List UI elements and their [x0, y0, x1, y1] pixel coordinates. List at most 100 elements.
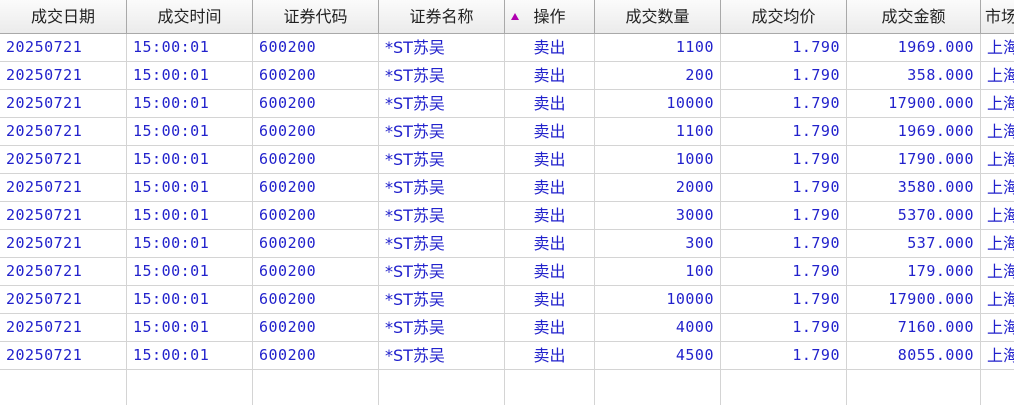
cell-trade-date: 20250721 — [0, 34, 127, 61]
cell-market: 上海 — [987, 66, 1014, 85]
cell-market: 上海 — [987, 178, 1014, 197]
cell-operation: 卖出 — [505, 314, 595, 341]
cell-avg-price: 1.790 — [721, 286, 847, 313]
cell-quantity: 4500 — [595, 342, 721, 369]
cell-avg-price: 1.790 — [721, 90, 847, 117]
column-header-avg-price[interactable]: 成交均价 — [721, 0, 847, 33]
column-divider — [126, 370, 127, 405]
table-row[interactable]: 20250721 15:00:01 600200 *ST苏吴 卖出 10000 1.790 1… — [0, 90, 1014, 118]
cell-amount: 8055.000 — [847, 342, 981, 369]
cell-trade-date: 20250721 — [0, 118, 127, 145]
cell-operation: 卖出 — [505, 90, 595, 117]
table-row[interactable]: 20250721 15:00:01 600200 *ST苏吴 卖出 1100 1.790 19… — [0, 118, 1014, 146]
column-header-security-code[interactable]: 证券代码 — [253, 0, 379, 33]
column-header-security-name[interactable]: 证券名称 — [379, 0, 505, 33]
cell-trade-date: 20250721 — [0, 62, 127, 89]
cell-quantity: 1100 — [595, 34, 721, 61]
cell-operation: 卖出 — [505, 62, 595, 89]
table-empty-area — [0, 370, 1014, 405]
cell-trade-date: 20250721 — [0, 286, 127, 313]
cell-trade-date: 20250721 — [0, 230, 127, 257]
table-row[interactable]: 20250721 15:00:01 600200 *ST苏吴 卖出 4000 1.790 71… — [0, 314, 1014, 342]
cell-security-name: *ST苏吴 — [379, 118, 505, 145]
cell-quantity: 200 — [595, 62, 721, 89]
cell-security-code: 600200 — [253, 174, 379, 201]
cell-security-code: 600200 — [253, 230, 379, 257]
cell-security-code: 600200 — [253, 146, 379, 173]
table-row[interactable]: 20250721 15:00:01 600200 *ST苏吴 卖出 2000 1.790 35… — [0, 174, 1014, 202]
table-row[interactable]: 20250721 15:00:01 600200 *ST苏吴 卖出 10000 1.790 1… — [0, 286, 1014, 314]
cell-quantity: 300 — [595, 230, 721, 257]
cell-market: 上海 — [987, 234, 1014, 253]
cell-security-name: *ST苏吴 — [379, 146, 505, 173]
cell-trade-date: 20250721 — [0, 90, 127, 117]
table-row[interactable]: 20250721 15:00:01 600200 *ST苏吴 卖出 300 1.790 537… — [0, 230, 1014, 258]
cell-market: 上海 — [987, 346, 1014, 365]
sort-ascending-icon — [511, 13, 519, 20]
cell-amount: 17900.000 — [847, 286, 981, 313]
cell-security-code: 600200 — [253, 258, 379, 285]
cell-market: 上海 — [987, 38, 1014, 57]
table-row[interactable]: 20250721 15:00:01 600200 *ST苏吴 卖出 1100 1.790 19… — [0, 34, 1014, 62]
cell-trade-time: 15:00:01 — [127, 314, 253, 341]
cell-security-name: *ST苏吴 — [379, 202, 505, 229]
cell-avg-price: 1.790 — [721, 230, 847, 257]
cell-amount: 1790.000 — [847, 146, 981, 173]
cell-security-name: *ST苏吴 — [379, 286, 505, 313]
cell-trade-time: 15:00:01 — [127, 342, 253, 369]
cell-trade-date: 20250721 — [0, 202, 127, 229]
column-header-operation[interactable]: 操作 — [505, 0, 595, 33]
cell-operation: 卖出 — [505, 230, 595, 257]
cell-security-name: *ST苏吴 — [379, 258, 505, 285]
cell-security-code: 600200 — [253, 286, 379, 313]
cell-operation: 卖出 — [505, 174, 595, 201]
table-body: 20250721 15:00:01 600200 *ST苏吴 卖出 1100 1.790 19… — [0, 34, 1014, 370]
cell-quantity: 3000 — [595, 202, 721, 229]
column-header-amount[interactable]: 成交金额 — [847, 0, 981, 33]
cell-trade-date: 20250721 — [0, 314, 127, 341]
cell-avg-price: 1.790 — [721, 62, 847, 89]
table-row[interactable]: 20250721 15:00:01 600200 *ST苏吴 卖出 4500 1.790 80… — [0, 342, 1014, 370]
cell-market: 上海 — [987, 94, 1014, 113]
cell-market: 上海 — [987, 122, 1014, 141]
cell-market: 上海 — [987, 318, 1014, 337]
table-row[interactable]: 20250721 15:00:01 600200 *ST苏吴 卖出 100 1.790 179… — [0, 258, 1014, 286]
column-header-operation-label: 操作 — [533, 7, 566, 26]
trade-records-grid: 成交日期 成交时间 证券代码 证券名称 操作 成交数量 成交均价 成交金额 市场… — [0, 0, 1014, 405]
cell-security-name: *ST苏吴 — [379, 174, 505, 201]
table-header-row: 成交日期 成交时间 证券代码 证券名称 操作 成交数量 成交均价 成交金额 市场 — [0, 0, 1014, 34]
cell-trade-time: 15:00:01 — [127, 62, 253, 89]
cell-trade-time: 15:00:01 — [127, 90, 253, 117]
cell-avg-price: 1.790 — [721, 342, 847, 369]
cell-quantity: 4000 — [595, 314, 721, 341]
column-header-trade-time[interactable]: 成交时间 — [127, 0, 253, 33]
cell-trade-time: 15:00:01 — [127, 286, 253, 313]
column-divider — [252, 370, 253, 405]
table-row[interactable]: 20250721 15:00:01 600200 *ST苏吴 卖出 1000 1.790 17… — [0, 146, 1014, 174]
cell-trade-time: 15:00:01 — [127, 118, 253, 145]
cell-trade-date: 20250721 — [0, 258, 127, 285]
column-divider — [594, 370, 595, 405]
cell-security-name: *ST苏吴 — [379, 34, 505, 61]
column-header-market[interactable]: 市场 — [981, 0, 1014, 33]
cell-quantity: 2000 — [595, 174, 721, 201]
cell-avg-price: 1.790 — [721, 258, 847, 285]
cell-trade-time: 15:00:01 — [127, 202, 253, 229]
cell-avg-price: 1.790 — [721, 202, 847, 229]
cell-security-code: 600200 — [253, 34, 379, 61]
table-row[interactable]: 20250721 15:00:01 600200 *ST苏吴 卖出 3000 1.790 53… — [0, 202, 1014, 230]
cell-trade-date: 20250721 — [0, 342, 127, 369]
cell-security-code: 600200 — [253, 342, 379, 369]
cell-amount: 17900.000 — [847, 90, 981, 117]
cell-trade-time: 15:00:01 — [127, 230, 253, 257]
column-header-trade-date[interactable]: 成交日期 — [0, 0, 127, 33]
cell-operation: 卖出 — [505, 118, 595, 145]
table-row[interactable]: 20250721 15:00:01 600200 *ST苏吴 卖出 200 1.790 358… — [0, 62, 1014, 90]
column-header-quantity[interactable]: 成交数量 — [595, 0, 721, 33]
cell-amount: 7160.000 — [847, 314, 981, 341]
column-divider — [720, 370, 721, 405]
cell-security-code: 600200 — [253, 118, 379, 145]
cell-trade-time: 15:00:01 — [127, 174, 253, 201]
cell-trade-time: 15:00:01 — [127, 34, 253, 61]
cell-amount: 1969.000 — [847, 34, 981, 61]
